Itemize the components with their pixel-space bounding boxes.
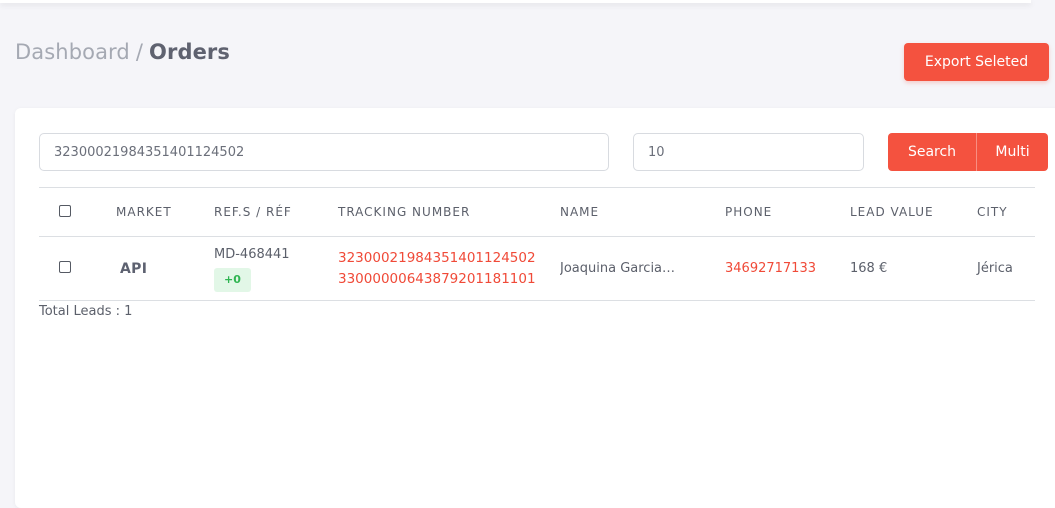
- orders-card: Search Multi MARKET REF.S / RÉF TRACKING…: [15, 108, 1055, 508]
- column-header-market: MARKET: [116, 187, 214, 237]
- select-all-checkbox[interactable]: [59, 204, 71, 217]
- ref-count-badge: +0: [214, 267, 251, 292]
- customer-name: Joaquina Garcia…: [560, 261, 676, 276]
- name-cell: Joaquina Garcia…: [560, 236, 725, 301]
- lead-value-cell: 168 €: [850, 236, 977, 301]
- ref-cell: MD-468441 +0: [214, 236, 338, 301]
- column-header-city: CITY: [977, 187, 1035, 237]
- ref-value: MD-468441: [214, 246, 290, 262]
- column-header-lead-value: LEAD VALUE: [850, 187, 977, 237]
- market-cell: API: [116, 236, 214, 301]
- export-selected-button[interactable]: Export Seleted: [904, 43, 1049, 81]
- breadcrumb: Dashboard / Orders: [15, 40, 230, 64]
- breadcrumb-separator: /: [135, 40, 144, 64]
- page-title: Orders: [149, 40, 230, 64]
- multi-search-button[interactable]: Multi: [976, 133, 1048, 171]
- phone-link[interactable]: 34692717133: [725, 261, 816, 276]
- tracking-number-link[interactable]: 32300021984351401124502: [338, 248, 560, 269]
- select-all-header: [39, 187, 116, 237]
- market-api-logo: API: [120, 260, 148, 277]
- total-leads-count: Total Leads : 1: [39, 304, 133, 319]
- column-header-phone: PHONE: [725, 187, 850, 237]
- orders-table: MARKET REF.S / RÉF TRACKING NUMBER NAME …: [39, 187, 1035, 301]
- results-limit-input[interactable]: [633, 133, 864, 171]
- city-cell: Jérica: [977, 236, 1035, 301]
- search-button[interactable]: Search: [888, 133, 976, 171]
- row-select-cell: [39, 236, 116, 301]
- tracking-cell: 32300021984351401124502 3300000064387920…: [338, 236, 560, 301]
- tracking-number-link[interactable]: 33000000643879201181101: [338, 269, 560, 290]
- column-header-ref: REF.S / RÉF: [214, 187, 338, 237]
- phone-cell: 34692717133: [725, 236, 850, 301]
- row-checkbox[interactable]: [59, 260, 71, 273]
- column-header-name: NAME: [560, 187, 725, 237]
- breadcrumb-dashboard-link[interactable]: Dashboard: [15, 40, 130, 64]
- table-header-row: MARKET REF.S / RÉF TRACKING NUMBER NAME …: [39, 187, 1035, 237]
- column-header-tracking: TRACKING NUMBER: [338, 187, 560, 237]
- top-navbar: [0, 0, 1031, 3]
- tracking-search-input[interactable]: [39, 133, 609, 171]
- table-row[interactable]: API MD-468441 +0 32300021984351401124502…: [39, 236, 1035, 301]
